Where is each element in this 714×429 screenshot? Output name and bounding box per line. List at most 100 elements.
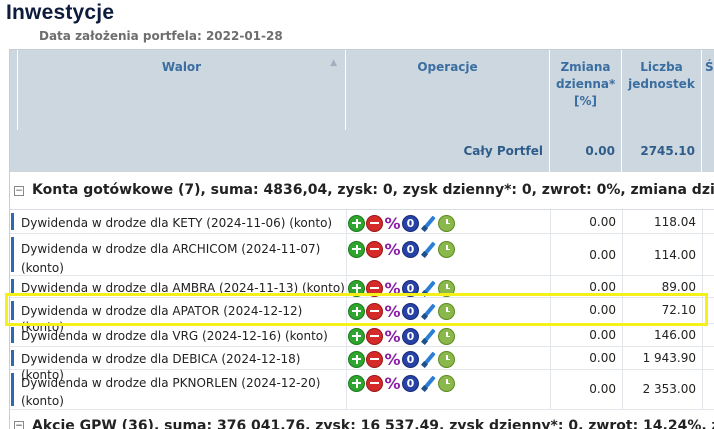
asset-name[interactable]: Dywidenda w drodze dla VRG (2024-12-16) …	[21, 328, 346, 344]
remove-icon[interactable]	[366, 240, 383, 258]
zmiana-value: 0.00	[589, 303, 616, 317]
percent-icon[interactable]: %	[384, 280, 401, 297]
column-header-partial-label: Śr	[705, 60, 714, 74]
history-icon[interactable]	[438, 350, 455, 368]
group-summary: Konta gotówkowe (7), suma: 4836,04, zysk…	[32, 182, 714, 198]
zero-icon[interactable]: 0	[402, 214, 419, 232]
percent-icon[interactable]: %	[384, 375, 401, 392]
zmiana-value: 0.00	[589, 280, 616, 294]
total-zmiana: 0.00	[550, 130, 622, 172]
edit-icon[interactable]	[420, 280, 437, 297]
edit-icon[interactable]	[420, 241, 437, 258]
liczba-value: 118.04	[654, 215, 696, 229]
row-operations: % 0	[348, 214, 455, 232]
add-icon[interactable]	[348, 279, 365, 297]
table-row[interactable]: Dywidenda w drodze dla ARCHICOM (2024-11…	[10, 234, 714, 276]
column-header-zmiana-label: Zmiana dzienna* [%]	[556, 60, 616, 108]
add-icon[interactable]	[348, 327, 365, 345]
cell-separator	[346, 210, 347, 233]
collapse-icon[interactable]: −	[14, 186, 24, 196]
edit-icon[interactable]	[420, 351, 437, 368]
cell-separator	[702, 276, 703, 297]
row-marker	[11, 301, 14, 320]
zero-icon[interactable]: 0	[402, 350, 419, 368]
edit-icon[interactable]	[420, 375, 437, 392]
asset-name[interactable]: Dywidenda w drodze dla AMBRA (2024-11-13…	[21, 280, 346, 296]
percent-icon[interactable]: %	[384, 351, 401, 368]
column-header-walor-label: Walor	[161, 60, 202, 74]
column-header-zmiana[interactable]: Zmiana dzienna* [%]	[550, 50, 622, 130]
percent-icon[interactable]: %	[384, 215, 401, 232]
row-marker	[11, 373, 14, 406]
add-icon[interactable]	[348, 214, 365, 232]
row-marker	[11, 213, 14, 230]
add-icon[interactable]	[348, 302, 365, 320]
remove-icon[interactable]	[366, 302, 383, 320]
page-title: Inwestycje	[6, 1, 115, 24]
row-operations: % 0	[348, 350, 455, 368]
table-row[interactable]: Dywidenda w drodze dla PKNORLEN (2024-12…	[10, 370, 714, 410]
column-header-liczba[interactable]: Liczba jednostek	[622, 50, 702, 130]
add-icon[interactable]	[348, 240, 365, 258]
zero-icon[interactable]: 0	[402, 327, 419, 345]
column-header-walor[interactable]: Walor ▲	[18, 50, 346, 130]
row-marker	[11, 350, 14, 366]
edit-icon[interactable]	[420, 328, 437, 345]
add-icon[interactable]	[348, 374, 365, 392]
group-header-gpw[interactable]: − Akcje GPW (36), suma: 376 041,76, zysk…	[10, 410, 714, 429]
portfolio-date: Data założenia portfela: 2022-01-28	[39, 29, 283, 43]
history-icon[interactable]	[438, 374, 455, 392]
remove-icon[interactable]	[366, 279, 383, 297]
row-operations: % 0	[348, 240, 455, 258]
cell-separator	[702, 234, 703, 275]
zero-icon[interactable]: 0	[402, 302, 419, 320]
zero-icon[interactable]: 0	[402, 279, 419, 297]
table-row[interactable]: Dywidenda w drodze dla KETY (2024-11-06)…	[10, 210, 714, 234]
column-header-operacje: Operacje	[346, 50, 550, 130]
zmiana-value: 0.00	[589, 382, 616, 396]
remove-icon[interactable]	[366, 327, 383, 345]
cell-separator	[702, 210, 703, 233]
table-row[interactable]: Dywidenda w drodze dla AMBRA (2024-11-13…	[10, 276, 714, 298]
cell-separator	[346, 298, 347, 323]
portfolio-total-row: Cały Portfel 0.00 2745.10	[10, 130, 714, 172]
zero-icon[interactable]: 0	[402, 374, 419, 392]
sort-arrow-icon[interactable]: ▲	[330, 58, 337, 68]
column-header-partial[interactable]: Śr	[702, 50, 714, 130]
liczba-value: 1 943.90	[642, 351, 696, 365]
edit-icon[interactable]	[420, 303, 437, 320]
asset-name[interactable]: Dywidenda w drodze dla KETY (2024-11-06)…	[21, 215, 346, 231]
table-row[interactable]: Dywidenda w drodze dla VRG (2024-12-16) …	[10, 324, 714, 347]
table-row[interactable]: Dywidenda w drodze dla DEBICA (2024-12-1…	[10, 347, 714, 382]
column-header-liczba-label: Liczba jednostek	[628, 60, 695, 91]
remove-icon[interactable]	[366, 350, 383, 368]
liczba-value: 114.00	[654, 248, 696, 262]
percent-icon[interactable]: %	[384, 328, 401, 345]
table-row-highlighted[interactable]: Dywidenda w drodze dla APATOR (2024-12-1…	[10, 298, 714, 334]
liczba-value: 89.00	[661, 280, 696, 294]
edit-icon[interactable]	[420, 215, 437, 232]
history-icon[interactable]	[438, 302, 455, 320]
history-icon[interactable]	[438, 214, 455, 232]
asset-name[interactable]: Dywidenda w drodze dla PKNORLEN (2024-12…	[21, 374, 346, 410]
zero-icon[interactable]: 0	[402, 240, 419, 258]
history-icon[interactable]	[438, 279, 455, 297]
row-operations: % 0	[348, 302, 455, 320]
liczba-value: 72.10	[661, 303, 696, 317]
history-icon[interactable]	[438, 240, 455, 258]
percent-icon[interactable]: %	[384, 241, 401, 258]
zmiana-value: 0.00	[589, 215, 616, 229]
asset-name[interactable]: Dywidenda w drodze dla ARCHICOM (2024-11…	[21, 240, 346, 278]
collapse-icon[interactable]: −	[14, 421, 24, 429]
group-header-cash[interactable]: − Konta gotówkowe (7), suma: 4836,04, zy…	[10, 172, 714, 210]
history-icon[interactable]	[438, 327, 455, 345]
zmiana-value: 0.00	[589, 351, 616, 365]
liczba-value: 146.00	[654, 328, 696, 342]
cell-separator	[346, 324, 347, 346]
percent-icon[interactable]: %	[384, 303, 401, 320]
header-spacer	[10, 50, 18, 130]
remove-icon[interactable]	[366, 214, 383, 232]
cell-separator	[702, 370, 703, 409]
add-icon[interactable]	[348, 350, 365, 368]
remove-icon[interactable]	[366, 374, 383, 392]
